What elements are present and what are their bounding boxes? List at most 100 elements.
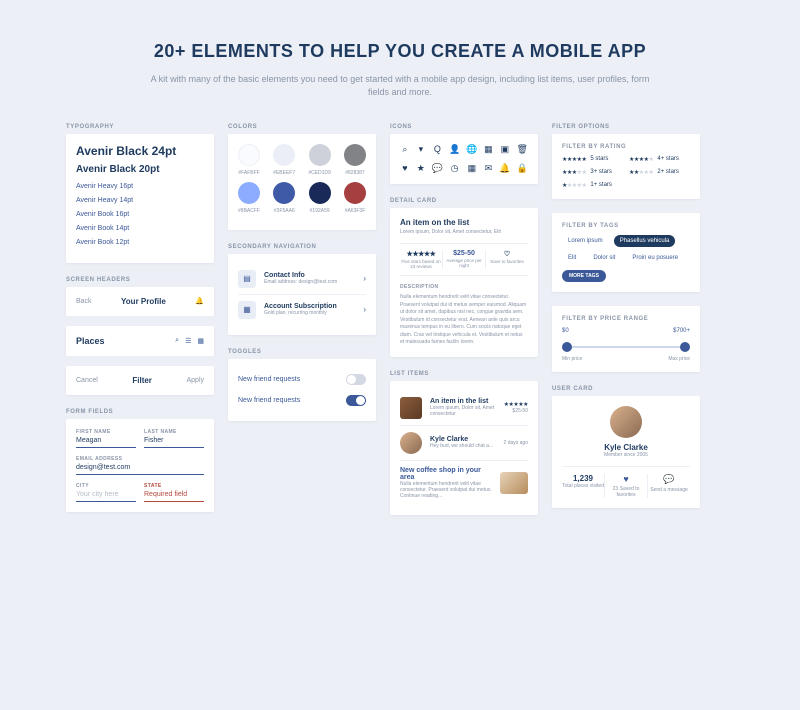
first-name-field[interactable]: FIRST NAME Meagan <box>76 429 136 448</box>
star-icon: ★ <box>416 163 426 174</box>
search-icon[interactable]: ⌕ <box>175 337 179 345</box>
chat-icon: 💬 <box>432 163 443 174</box>
field-value: Fisher <box>144 437 204 448</box>
rating-option-4[interactable]: ★★★★★4+ stars <box>629 156 690 163</box>
filter-rating-heading: FILTER BY RATING <box>562 144 690 150</box>
min-price-label: Min price <box>562 356 582 362</box>
toggle-label: New friend requests <box>238 376 300 383</box>
rating-option-1[interactable]: ★★★★★1+ stars <box>562 182 623 189</box>
field-label: EMAIL ADDRESS <box>76 456 204 462</box>
filter-tags-card: FILTER BY TAGS Lorem ipsum Phasellus veh… <box>552 213 700 292</box>
max-price-value: $700+ <box>673 328 690 334</box>
search-icon: ⌕ <box>400 144 410 155</box>
apply-button[interactable]: Apply <box>186 377 204 384</box>
id-card-icon: ▤ <box>238 270 256 288</box>
hero-subtitle: A kit with many of the basic elements yo… <box>150 73 650 100</box>
screen-header-1: Back Your Profile 🔔 <box>66 287 214 316</box>
toggles-card: New friend requests New friend requests <box>228 359 376 421</box>
list-item-sub: Hey bud, we should chat a... <box>430 443 496 449</box>
mail-icon: ✉ <box>483 163 493 174</box>
tag-active[interactable]: Phasellus vehicula <box>614 235 676 247</box>
tag[interactable]: Proin eu posuere <box>626 252 684 264</box>
calendar-icon[interactable]: ▦ <box>197 337 204 345</box>
user-stat-message[interactable]: 💬 Send a message <box>647 474 690 498</box>
max-price-label: Max price <box>668 356 690 362</box>
form-fields-card: FIRST NAME Meagan LAST NAME Fisher EMAIL… <box>66 419 214 512</box>
nav-contact-info[interactable]: ▤ Contact Info Email address: design@tes… <box>238 264 366 294</box>
toggle-on[interactable] <box>346 395 366 406</box>
back-button[interactable]: Back <box>76 298 92 305</box>
last-name-field[interactable]: LAST NAME Fisher <box>144 429 204 448</box>
type-sample: Avenir Book 12pt <box>76 239 204 246</box>
swatch: #A63F3F <box>344 182 366 214</box>
field-label: FIRST NAME <box>76 429 136 435</box>
rating-option-2[interactable]: ★★★★★2+ stars <box>629 169 690 176</box>
nav-sub: Gold plan, recurring monthly <box>264 310 355 316</box>
hero-title: 20+ ELEMENTS TO HELP YOU CREATE A MOBILE… <box>150 40 650 63</box>
globe-icon: 🌐 <box>466 144 477 155</box>
description-heading: DESCRIPTION <box>400 284 528 290</box>
slider-handle-min[interactable] <box>562 342 572 352</box>
filter-tags-heading: FILTER BY TAGS <box>562 223 690 229</box>
nav-account-subscription[interactable]: ▦ Account Subscription Gold plan, recurr… <box>238 294 366 325</box>
swatch: #192A59 <box>309 182 331 214</box>
list-item-image <box>500 472 528 494</box>
price-slider[interactable] <box>562 340 690 354</box>
filter-icon[interactable]: ☰ <box>185 337 191 345</box>
rating-stat: ★★★★★ Five stars based on 23 reviews <box>400 250 442 270</box>
save-favorite[interactable]: ♡ Save to favorites <box>485 250 528 270</box>
slider-handle-max[interactable] <box>680 342 690 352</box>
list-item-title: New coffee shop in your area <box>400 467 492 481</box>
filter-price-card: FILTER BY PRICE RANGE $0 $700+ Min price… <box>552 306 700 372</box>
avatar <box>400 432 422 454</box>
field-value: Meagan <box>76 437 136 448</box>
detail-card: An item on the list Lorem ipsum, Dolor s… <box>390 208 538 357</box>
calendar-icon: ▦ <box>483 144 493 155</box>
swatch: #828387 <box>344 144 366 176</box>
icons-card: ⌕ ▾ Q 👤 🌐 ▦ ▣ 🗑 ♥ ★ 💬 ◷ ▦ ✉ 🔔 🔒 <box>390 134 538 184</box>
list-item[interactable]: An item in the list Lorem ipsum, Dolor s… <box>400 391 528 425</box>
tag[interactable]: Elit <box>562 252 582 264</box>
city-field[interactable]: CITY Your city here <box>76 483 136 502</box>
typography-card: Avenir Black 24pt Avenir Black 20pt Aven… <box>66 134 214 263</box>
list-item-image <box>400 397 422 419</box>
list-item-title: An item in the list <box>430 398 496 405</box>
user-card-label: USER CARD <box>552 386 700 392</box>
type-sample: Avenir Book 16pt <box>76 211 204 218</box>
toggle-label: New friend requests <box>238 397 300 404</box>
list-item[interactable]: Kyle Clarke Hey bud, we should chat a...… <box>400 425 528 460</box>
list-item-sub: Nulla elementum hendrerit velit vitae co… <box>400 481 492 499</box>
avatar <box>610 406 642 438</box>
type-sample-20: Avenir Black 20pt <box>76 164 204 175</box>
type-sample: Avenir Book 14pt <box>76 225 204 232</box>
bell-icon[interactable]: 🔔 <box>195 297 204 305</box>
nav-title: Account Subscription <box>264 303 355 310</box>
list-item[interactable]: New coffee shop in your area Nulla eleme… <box>400 460 528 505</box>
typography-label: TYPOGRAPHY <box>66 124 214 130</box>
cancel-button[interactable]: Cancel <box>76 377 98 384</box>
icons-label: ICONS <box>390 124 538 130</box>
chevron-right-icon: › <box>363 305 366 314</box>
rating-option-5[interactable]: ★★★★★5 stars <box>562 156 623 163</box>
field-label: LAST NAME <box>144 429 204 435</box>
screen-header-3: Cancel Filter Apply <box>66 366 214 395</box>
state-field[interactable]: STATE Required field <box>144 483 204 502</box>
description-text: Nulla elementum hendrerit velit vitae co… <box>400 294 528 347</box>
email-field[interactable]: EMAIL ADDRESS design@test.com <box>76 456 204 475</box>
list-item-time: 2 days ago <box>504 440 528 446</box>
tag[interactable]: Dolor sit <box>587 252 621 264</box>
user-stat-saved[interactable]: ♥ 23 Saved to favorites <box>604 474 647 498</box>
list-item-title: Kyle Clarke <box>430 436 496 443</box>
toggles-label: TOGGLES <box>228 349 376 355</box>
header-title: Filter <box>132 376 152 385</box>
toggle-off[interactable] <box>346 374 366 385</box>
trash-icon: 🗑 <box>517 144 528 155</box>
field-label: CITY <box>76 483 136 489</box>
more-tags-button[interactable]: MORE TAGS <box>562 270 606 282</box>
search-icon: Q <box>432 144 443 155</box>
tag[interactable]: Lorem ipsum <box>562 235 609 247</box>
filter-options-label: FILTER OPTIONS <box>552 124 700 130</box>
min-price-value: $0 <box>562 328 569 334</box>
swatch: #3F5AA6 <box>273 182 295 214</box>
rating-option-3[interactable]: ★★★★★3+ stars <box>562 169 623 176</box>
